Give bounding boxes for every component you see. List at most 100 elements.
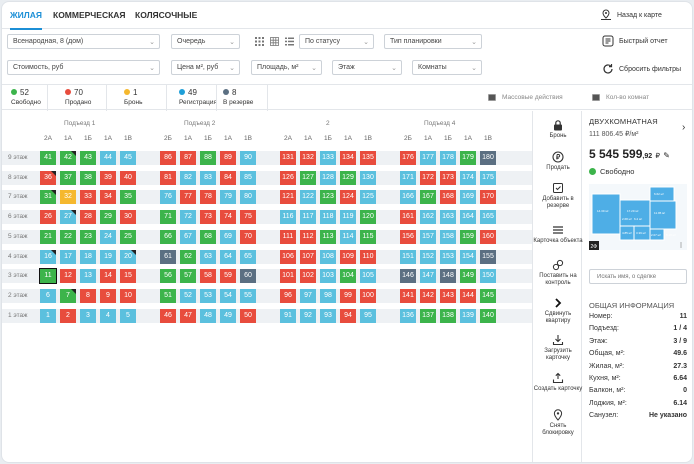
deal-search-input[interactable] [589, 269, 687, 284]
apartment-cell[interactable]: 26 [40, 210, 56, 225]
apartment-cell[interactable]: 56 [160, 269, 176, 284]
apartment-cell[interactable]: 24 [100, 229, 116, 244]
apartment-cell[interactable]: 124 [340, 190, 356, 205]
apartment-cell[interactable]: 177 [420, 151, 436, 165]
apartment-cell[interactable]: 154 [460, 249, 476, 264]
apartment-cell[interactable]: 21 [40, 229, 56, 244]
chevron-right-icon[interactable]: › [682, 122, 685, 133]
apartment-cell[interactable]: 125 [360, 190, 376, 205]
apartment-cell[interactable]: 112 [300, 229, 316, 244]
apartment-cell[interactable]: 98 [320, 288, 336, 303]
apartment-cell[interactable]: 146 [400, 269, 416, 284]
floor-plan-image[interactable]: 14.39 м² 17.29 м² 2.68 м² 6.2 м² 11.95 м… [589, 184, 687, 250]
apartment-cell[interactable]: 128 [320, 170, 336, 185]
apartment-cell[interactable]: 77 [180, 190, 196, 205]
apartment-cell[interactable]: 180 [480, 151, 496, 165]
grid-view-icon[interactable] [255, 37, 264, 46]
apartment-cell[interactable]: 117 [300, 210, 316, 225]
cost-select[interactable]: Стоимость, руб ⌄ [7, 60, 160, 75]
apartment-cell[interactable]: 8 [80, 288, 96, 303]
apartment-cell[interactable]: 135 [360, 151, 376, 165]
apartment-cell[interactable]: 89 [220, 151, 236, 165]
back-to-map-button[interactable]: Назад к карте [600, 9, 662, 21]
apartment-cell[interactable]: 126 [280, 170, 296, 185]
apartment-cell[interactable]: 17 [60, 249, 76, 264]
apartment-cell[interactable]: 40 [120, 170, 136, 185]
apartment-cell[interactable]: 70 [240, 229, 256, 244]
apartment-cell[interactable]: 156 [400, 229, 416, 244]
apartment-cell[interactable]: 13 [80, 269, 96, 284]
apartment-cell[interactable]: 141 [400, 288, 416, 303]
stat-free[interactable]: 52 Свободно [11, 88, 41, 106]
book-button[interactable]: Бронь [533, 119, 583, 140]
apartment-cell[interactable]: 39 [100, 170, 116, 185]
apartment-cell[interactable]: 145 [480, 288, 496, 303]
apartment-cell[interactable]: 42 [60, 151, 76, 165]
edit-pencil-icon[interactable]: ✎ [663, 151, 670, 160]
apartment-cell[interactable]: 160 [480, 229, 496, 244]
area-select[interactable]: Площадь, м² ⌄ [251, 60, 322, 75]
apartment-cell[interactable]: 30 [120, 210, 136, 225]
apartment-cell[interactable]: 67 [180, 229, 196, 244]
apartment-cell[interactable]: 134 [340, 151, 356, 165]
put-on-control-button[interactable]: Поставить на контроль [533, 259, 583, 287]
apartment-cell[interactable]: 7 [60, 288, 76, 303]
apartment-cell[interactable]: 31 [40, 190, 56, 205]
apartment-cell[interactable]: 103 [320, 269, 336, 284]
apartment-cell[interactable]: 10 [120, 288, 136, 303]
apartment-cell[interactable]: 91 [280, 308, 296, 323]
apartment-cell[interactable]: 166 [400, 190, 416, 205]
apartment-cell[interactable]: 36 [40, 170, 56, 185]
apartment-cell[interactable]: 132 [300, 151, 316, 165]
apartment-cell[interactable]: 172 [420, 170, 436, 185]
tab-residential[interactable]: ЖИЛАЯ [10, 10, 43, 30]
price-per-m2-select[interactable]: Цена м², руб ⌄ [171, 60, 240, 75]
apartment-cell[interactable]: 150 [480, 269, 496, 284]
apartment-cell[interactable]: 94 [340, 308, 356, 323]
apartment-cell[interactable]: 37 [60, 170, 76, 185]
apartment-cell[interactable]: 6 [40, 288, 56, 303]
apartment-cell[interactable]: 60 [240, 269, 256, 284]
apartment-cell[interactable]: 72 [180, 210, 196, 225]
apartment-cell[interactable]: 29 [100, 210, 116, 225]
apartment-cell[interactable]: 171 [400, 170, 416, 185]
apartment-cell[interactable]: 57 [180, 269, 196, 284]
object-card-button[interactable]: Карточка объекта [533, 224, 583, 245]
apartment-cell[interactable]: 123 [320, 190, 336, 205]
apartment-cell[interactable]: 63 [200, 249, 216, 264]
apartment-cell[interactable]: 129 [340, 170, 356, 185]
stat-registration[interactable]: 49 Регистрация [179, 88, 217, 106]
apartment-cell[interactable]: 55 [240, 288, 256, 303]
apartment-cell[interactable]: 139 [460, 308, 476, 323]
apartment-cell[interactable]: 164 [460, 210, 476, 225]
apartment-cell[interactable]: 66 [160, 229, 176, 244]
rooms-select[interactable]: Комнаты ⌄ [412, 60, 482, 75]
apartment-cell[interactable]: 137 [420, 308, 436, 323]
apartment-cell[interactable]: 64 [220, 249, 236, 264]
apartment-cell[interactable]: 109 [340, 249, 356, 264]
apartment-cell[interactable]: 178 [440, 151, 456, 165]
apartment-cell[interactable]: 83 [200, 170, 216, 185]
chessboard-view-icon[interactable] [270, 37, 279, 46]
apartment-cell[interactable]: 28 [80, 210, 96, 225]
apartment-cell[interactable]: 149 [460, 269, 476, 284]
apartment-cell[interactable]: 102 [300, 269, 316, 284]
apartment-cell[interactable]: 84 [220, 170, 236, 185]
apartment-cell[interactable]: 101 [280, 269, 296, 284]
apartment-cell[interactable]: 75 [240, 210, 256, 225]
apartment-cell[interactable]: 11 [39, 268, 57, 285]
apartment-cell[interactable]: 76 [160, 190, 176, 205]
queue-select[interactable]: Очередь ⌄ [171, 34, 240, 49]
apartment-cell[interactable]: 27 [60, 210, 76, 225]
status-select[interactable]: По статусу ⌄ [299, 34, 374, 49]
apartment-cell[interactable]: 23 [80, 229, 96, 244]
apartment-cell[interactable]: 142 [420, 288, 436, 303]
apartment-cell[interactable]: 157 [420, 229, 436, 244]
apartment-cell[interactable]: 163 [440, 210, 456, 225]
apartment-cell[interactable]: 131 [280, 151, 296, 165]
apartment-cell[interactable]: 162 [420, 210, 436, 225]
apartment-cell[interactable]: 170 [480, 190, 496, 205]
apartment-cell[interactable]: 105 [360, 269, 376, 284]
apartment-cell[interactable]: 52 [180, 288, 196, 303]
apartment-cell[interactable]: 25 [120, 229, 136, 244]
